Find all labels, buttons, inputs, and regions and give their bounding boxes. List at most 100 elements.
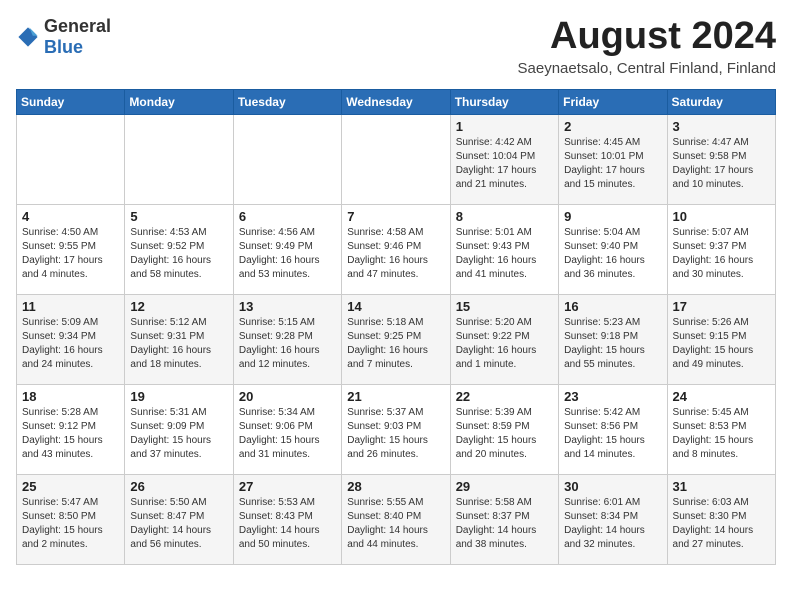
day-number: 31 [673, 479, 770, 494]
day-info: Sunrise: 5:15 AM Sunset: 9:28 PM Dayligh… [239, 316, 336, 372]
day-info: Sunrise: 5:12 AM Sunset: 9:31 PM Dayligh… [130, 316, 227, 372]
logo-icon [16, 25, 40, 49]
week-row-4: 18 Sunrise: 5:28 AM Sunset: 9:12 PM Dayli… [17, 384, 776, 474]
day-info: Sunrise: 5:18 AM Sunset: 9:25 PM Dayligh… [347, 316, 444, 372]
day-cell: 11Sunrise: 5:09 AM Sunset: 9:34 PM Dayli… [17, 294, 125, 384]
day-cell: 28 Sunrise: 5:55 AM Sunset: 8:40 PM Dayli… [342, 474, 450, 564]
day-number: 20 [239, 389, 336, 404]
day-cell: 20 Sunrise: 5:34 AM Sunset: 9:06 PM Dayli… [233, 384, 341, 474]
day-cell: 5Sunrise: 4:53 AM Sunset: 9:52 PM Daylig… [125, 204, 233, 294]
title-block: August 2024 Saeynaetsalo, Central Finlan… [518, 16, 777, 77]
weekday-header-monday: Monday [125, 89, 233, 114]
day-cell [233, 114, 341, 204]
day-cell: 29 Sunrise: 5:58 AM Sunset: 8:37 PM Dayli… [450, 474, 558, 564]
day-number: 19 [130, 389, 227, 404]
day-info: Sunrise: 5:58 AM Sunset: 8:37 PM Dayligh… [456, 496, 553, 552]
day-cell: 19 Sunrise: 5:31 AM Sunset: 9:09 PM Dayli… [125, 384, 233, 474]
day-info: Sunrise: 5:53 AM Sunset: 8:43 PM Dayligh… [239, 496, 336, 552]
day-cell [125, 114, 233, 204]
day-info: Sunrise: 5:50 AM Sunset: 8:47 PM Dayligh… [130, 496, 227, 552]
day-number: 27 [239, 479, 336, 494]
day-number: 18 [22, 389, 119, 404]
day-cell: 22Sunrise: 5:39 AM Sunset: 8:59 PM Dayli… [450, 384, 558, 474]
day-info: Sunrise: 5:31 AM Sunset: 9:09 PM Dayligh… [130, 406, 227, 462]
day-number: 3 [673, 119, 770, 134]
day-info: Sunrise: 5:34 AM Sunset: 9:06 PM Dayligh… [239, 406, 336, 462]
day-number: 28 [347, 479, 444, 494]
day-cell: 23Sunrise: 5:42 AM Sunset: 8:56 PM Dayli… [559, 384, 667, 474]
day-number: 15 [456, 299, 553, 314]
day-info: Sunrise: 5:39 AM Sunset: 8:59 PM Dayligh… [456, 406, 553, 462]
day-info: Sunrise: 5:55 AM Sunset: 8:40 PM Dayligh… [347, 496, 444, 552]
day-cell: 25 Sunrise: 5:47 AM Sunset: 8:50 PM Dayli… [17, 474, 125, 564]
day-number: 8 [456, 209, 553, 224]
logo-blue-text: Blue [44, 37, 83, 57]
day-info: Sunrise: 4:45 AM Sunset: 10:01 PM Daylig… [564, 136, 661, 192]
day-info: Sunrise: 4:47 AM Sunset: 9:58 PM Dayligh… [673, 136, 770, 192]
day-cell: 1 Sunrise: 4:42 AM Sunset: 10:04 PM Dayli… [450, 114, 558, 204]
day-info: Sunrise: 4:42 AM Sunset: 10:04 PM Daylig… [456, 136, 553, 192]
weekday-header-wednesday: Wednesday [342, 89, 450, 114]
day-number: 7 [347, 209, 444, 224]
day-number: 10 [673, 209, 770, 224]
calendar-title: August 2024 [518, 16, 777, 58]
day-cell: 12 Sunrise: 5:12 AM Sunset: 9:31 PM Dayli… [125, 294, 233, 384]
day-info: Sunrise: 5:04 AM Sunset: 9:40 PM Dayligh… [564, 226, 661, 282]
day-number: 6 [239, 209, 336, 224]
day-cell: 16Sunrise: 5:23 AM Sunset: 9:18 PM Dayli… [559, 294, 667, 384]
day-number: 29 [456, 479, 553, 494]
day-info: Sunrise: 4:58 AM Sunset: 9:46 PM Dayligh… [347, 226, 444, 282]
day-number: 26 [130, 479, 227, 494]
day-cell: 4 Sunrise: 4:50 AM Sunset: 9:55 PM Daylig… [17, 204, 125, 294]
day-cell: 13 Sunrise: 5:15 AM Sunset: 9:28 PM Dayli… [233, 294, 341, 384]
day-cell: 21 Sunrise: 5:37 AM Sunset: 9:03 PM Dayli… [342, 384, 450, 474]
day-cell: 17Sunrise: 5:26 AM Sunset: 9:15 PM Dayli… [667, 294, 775, 384]
day-info: Sunrise: 5:45 AM Sunset: 8:53 PM Dayligh… [673, 406, 770, 462]
day-number: 1 [456, 119, 553, 134]
day-info: Sunrise: 6:03 AM Sunset: 8:30 PM Dayligh… [673, 496, 770, 552]
day-info: Sunrise: 5:37 AM Sunset: 9:03 PM Dayligh… [347, 406, 444, 462]
day-info: Sunrise: 4:53 AM Sunset: 9:52 PM Dayligh… [130, 226, 227, 282]
day-info: Sunrise: 6:01 AM Sunset: 8:34 PM Dayligh… [564, 496, 661, 552]
day-info: Sunrise: 4:50 AM Sunset: 9:55 PM Dayligh… [22, 226, 119, 282]
day-info: Sunrise: 4:56 AM Sunset: 9:49 PM Dayligh… [239, 226, 336, 282]
day-number: 30 [564, 479, 661, 494]
week-row-2: 4 Sunrise: 4:50 AM Sunset: 9:55 PM Daylig… [17, 204, 776, 294]
calendar-subtitle: Saeynaetsalo, Central Finland, Finland [518, 60, 777, 77]
day-number: 2 [564, 119, 661, 134]
day-cell: 3 Sunrise: 4:47 AM Sunset: 9:58 PM Daylig… [667, 114, 775, 204]
header: General Blue August 2024 Saeynaetsalo, C… [16, 16, 776, 77]
week-row-5: 25 Sunrise: 5:47 AM Sunset: 8:50 PM Dayli… [17, 474, 776, 564]
day-info: Sunrise: 5:23 AM Sunset: 9:18 PM Dayligh… [564, 316, 661, 372]
day-cell [342, 114, 450, 204]
week-row-1: 1 Sunrise: 4:42 AM Sunset: 10:04 PM Dayli… [17, 114, 776, 204]
day-number: 12 [130, 299, 227, 314]
weekday-header-tuesday: Tuesday [233, 89, 341, 114]
day-cell: 8 Sunrise: 5:01 AM Sunset: 9:43 PM Daylig… [450, 204, 558, 294]
day-number: 13 [239, 299, 336, 314]
day-info: Sunrise: 5:20 AM Sunset: 9:22 PM Dayligh… [456, 316, 553, 372]
day-info: Sunrise: 5:42 AM Sunset: 8:56 PM Dayligh… [564, 406, 661, 462]
weekday-header-friday: Friday [559, 89, 667, 114]
day-cell: 2 Sunrise: 4:45 AM Sunset: 10:01 PM Dayli… [559, 114, 667, 204]
day-cell: 30 Sunrise: 6:01 AM Sunset: 8:34 PM Dayli… [559, 474, 667, 564]
day-cell: 31 Sunrise: 6:03 AM Sunset: 8:30 PM Dayli… [667, 474, 775, 564]
day-info: Sunrise: 5:47 AM Sunset: 8:50 PM Dayligh… [22, 496, 119, 552]
weekday-header-sunday: Sunday [17, 89, 125, 114]
day-cell: 18 Sunrise: 5:28 AM Sunset: 9:12 PM Dayli… [17, 384, 125, 474]
day-cell: 26 Sunrise: 5:50 AM Sunset: 8:47 PM Dayli… [125, 474, 233, 564]
day-number: 21 [347, 389, 444, 404]
day-cell [17, 114, 125, 204]
day-info: Sunrise: 5:28 AM Sunset: 9:12 PM Dayligh… [22, 406, 119, 462]
weekday-header-saturday: Saturday [667, 89, 775, 114]
logo-general-text: General [44, 16, 111, 36]
day-number: 4 [22, 209, 119, 224]
day-cell: 10Sunrise: 5:07 AM Sunset: 9:37 PM Dayli… [667, 204, 775, 294]
weekday-header-row: SundayMondayTuesdayWednesdayThursdayFrid… [17, 89, 776, 114]
day-number: 25 [22, 479, 119, 494]
day-info: Sunrise: 5:01 AM Sunset: 9:43 PM Dayligh… [456, 226, 553, 282]
day-number: 9 [564, 209, 661, 224]
logo: General Blue [16, 16, 111, 58]
day-number: 14 [347, 299, 444, 314]
day-cell: 6 Sunrise: 4:56 AM Sunset: 9:49 PM Daylig… [233, 204, 341, 294]
